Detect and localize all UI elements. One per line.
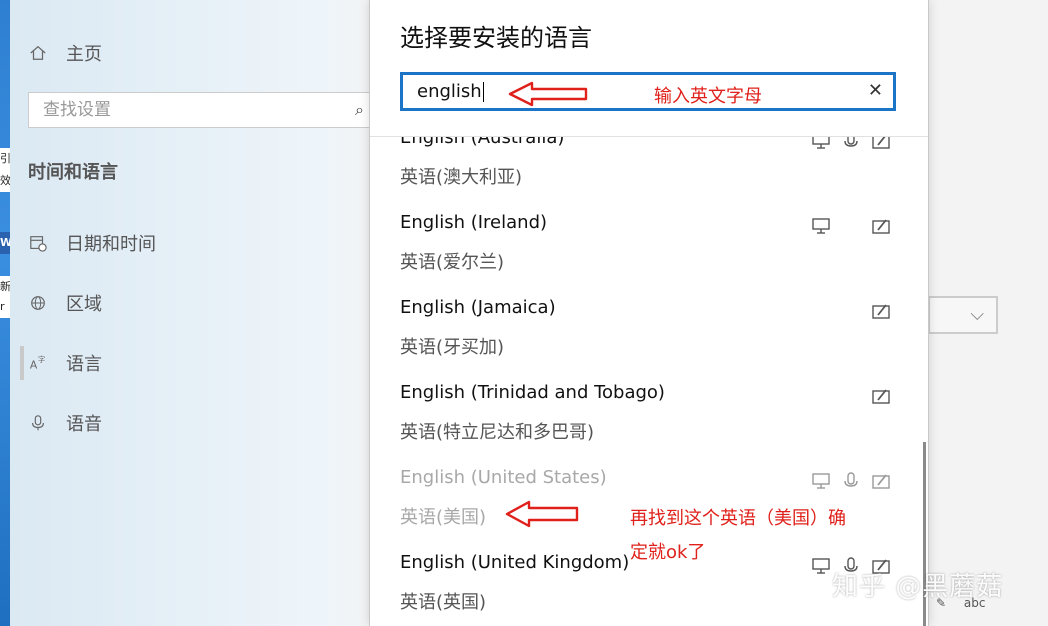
nav-selected-indicator [20,346,24,380]
nav-language[interactable]: A字 语言 [28,350,102,376]
search-icon: ⌕ [355,100,364,119]
display-icon [810,556,832,576]
language-chinese-name: 英语(牙买加) [400,337,505,358]
language-english-name: English (Ireland) [400,212,548,233]
clear-icon[interactable]: ✕ [868,80,883,101]
list-item[interactable]: English (Jamaica) 英语(牙买加) [400,297,900,382]
handwriting-icon: ✎ [936,596,947,610]
handwriting-icon [870,471,892,491]
annotation-select-note-line2: 定就ok了 [630,542,706,563]
handwriting-icon [870,216,892,236]
text-caret [482,82,484,102]
svg-text:A: A [30,358,38,371]
language-chinese-name: 英语(特立尼达和多巴哥) [400,422,595,443]
desktop-background-strip: 引 效 W 新 r [0,0,10,626]
list-item[interactable]: English (Trinidad and Tobago) 英语(特立尼达和多巴… [400,382,900,467]
language-english-name: English (Australia) [400,137,565,148]
settings-search-input[interactable]: 查找设置 ⌕ [28,92,373,128]
desktop-fragment: r [0,296,10,318]
corner-handwriting-check-icon: ✎ abc [936,596,985,610]
language-chinese-name: 英语(英国) [400,592,487,613]
language-english-name: English (United Kingdom) [400,552,630,573]
handwriting-icon [870,301,892,321]
settings-search-placeholder: 查找设置 [43,100,111,120]
display-icon [810,216,832,236]
handwriting-icon [870,386,892,406]
annotation-arrow-left-icon [508,81,588,107]
microphone-icon [840,137,862,151]
list-item[interactable]: English (Ireland) 英语(爱尔兰) [400,212,900,297]
globe-icon [28,293,48,313]
nav-region[interactable]: 区域 [28,290,102,316]
chevron-down-icon: ⌵ [970,304,984,325]
nav-date-time-label: 日期和时间 [66,234,156,255]
list-item[interactable]: English (Australia) 英语(澳大利亚) [400,137,900,212]
annotation-arrow-left-icon [505,500,579,528]
language-icon: A字 [28,353,48,373]
desktop-fragment: 新 [0,276,10,298]
language-english-name: English (Trinidad and Tobago) [400,382,665,403]
nav-language-label: 语言 [66,354,102,375]
language-search-value: english [417,81,482,102]
nav-home[interactable]: 主页 [28,40,102,66]
choose-language-dialog: 选择要安装的语言 english ✕ English (Australia) 英… [369,0,929,626]
nav-date-time[interactable]: 日期和时间 [28,230,156,256]
microphone-icon [840,471,862,491]
section-title: 时间和语言 [28,162,118,183]
desktop-fragment: 效 [0,170,10,192]
annotation-select-note-line1: 再找到这个英语（美国）确 [630,508,846,529]
calendar-clock-icon [28,233,48,253]
display-icon [810,471,832,491]
nav-region-label: 区域 [66,294,102,315]
annotation-input-note: 输入英文字母 [654,86,762,107]
language-chinese-name: 英语(澳大利亚) [400,167,523,188]
nav-speech[interactable]: 语音 [28,410,102,436]
region-dropdown[interactable]: ⌵ [928,296,998,334]
desktop-fragment: 引 [0,148,10,170]
language-chinese-name: 英语(爱尔兰) [400,252,505,273]
language-english-name: English (Jamaica) [400,297,556,318]
dialog-title: 选择要安装的语言 [400,24,592,52]
spellcheck-label: abc [963,596,986,610]
nav-speech-label: 语音 [66,414,102,435]
nav-home-label: 主页 [66,44,102,65]
display-icon [810,137,832,151]
microphone-icon [28,413,48,433]
language-chinese-name: 英语(美国) [400,507,487,528]
language-search-input[interactable]: english ✕ [400,72,896,111]
svg-text:字: 字 [38,355,45,364]
desktop-fragment: W [0,232,10,254]
home-icon [28,43,48,63]
language-english-name: English (United States) [400,467,607,488]
handwriting-icon [870,137,892,151]
